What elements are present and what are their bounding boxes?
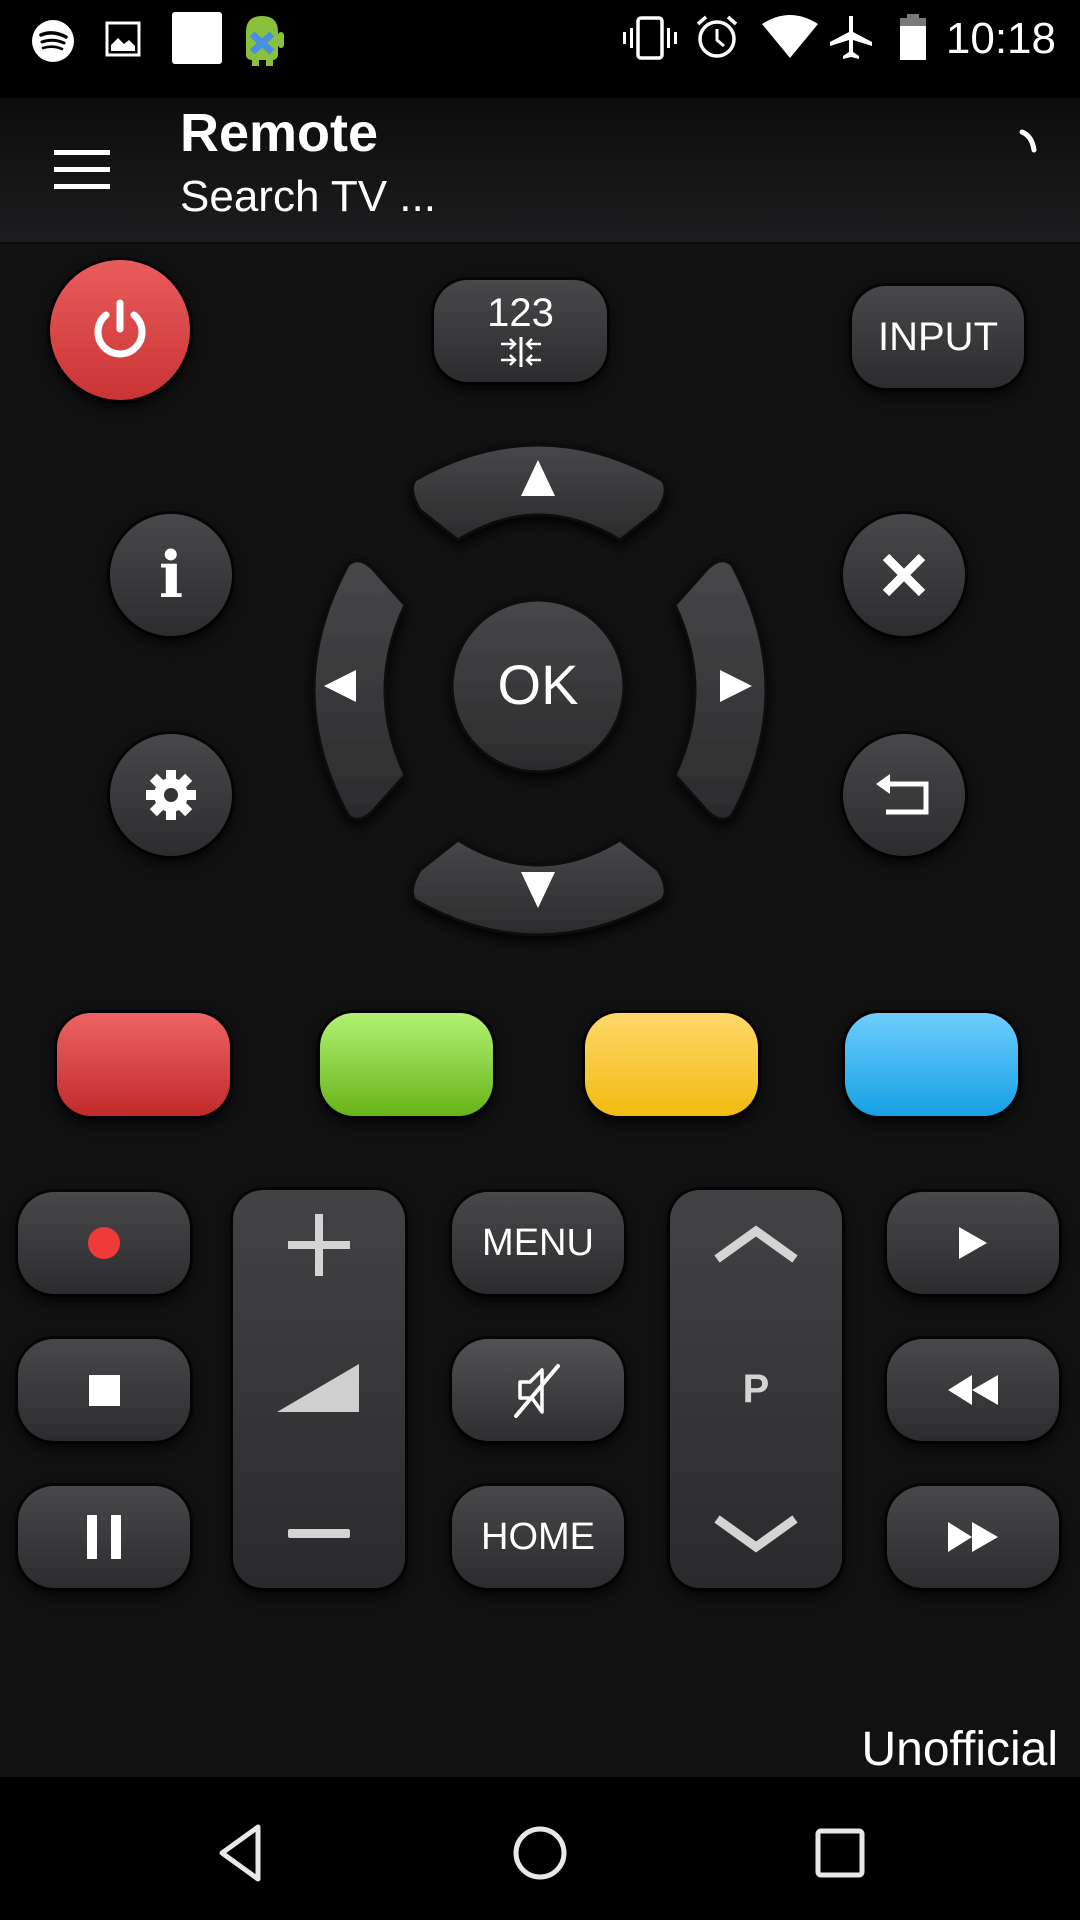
page-title: Remote	[180, 103, 379, 163]
blank-notification-icon	[172, 12, 222, 64]
close-icon	[882, 553, 926, 597]
volume-up-button[interactable]	[233, 1190, 405, 1300]
status-bar: 10:18	[0, 0, 1080, 98]
nav-recents-button[interactable]	[800, 1813, 880, 1893]
pause-button[interactable]	[18, 1486, 190, 1588]
plus-icon	[288, 1214, 350, 1276]
android-app-icon	[240, 10, 286, 66]
numpad-label: 123	[487, 291, 554, 335]
channel-rocker: P	[670, 1190, 842, 1588]
rewind-icon	[948, 1375, 998, 1405]
dpad: OK	[312, 443, 768, 937]
airplane-mode-icon	[828, 14, 874, 60]
close-button[interactable]	[843, 514, 965, 636]
menu-label: MENU	[482, 1221, 594, 1264]
menu-button[interactable]: MENU	[452, 1192, 624, 1294]
return-arrow-icon	[876, 774, 929, 815]
red-color-button[interactable]	[57, 1013, 230, 1116]
back-button[interactable]	[843, 734, 965, 856]
play-button[interactable]	[887, 1192, 1059, 1294]
play-icon	[959, 1227, 987, 1259]
fast-forward-button[interactable]	[887, 1486, 1059, 1588]
channel-up-button[interactable]	[670, 1190, 842, 1300]
home-button[interactable]: HOME	[452, 1486, 624, 1588]
nav-home-button[interactable]	[500, 1813, 580, 1893]
nav-back-icon	[219, 1824, 261, 1882]
nav-home-icon	[513, 1826, 567, 1880]
app-bar: Remote Search TV ...	[0, 98, 1080, 244]
channel-down-button[interactable]	[670, 1478, 842, 1588]
navigation-bar	[0, 1777, 1080, 1920]
chevron-up-icon	[714, 1225, 798, 1263]
input-label: INPUT	[878, 314, 998, 359]
info-button[interactable]: i	[110, 514, 232, 636]
record-icon	[88, 1227, 120, 1259]
channel-label: P	[742, 1366, 770, 1411]
alarm-icon	[694, 14, 740, 60]
stop-button[interactable]	[18, 1339, 190, 1441]
hamburger-menu-icon[interactable]	[50, 138, 114, 202]
fast-forward-icon	[948, 1522, 998, 1552]
rewind-button[interactable]	[887, 1339, 1059, 1441]
pause-icon	[87, 1515, 121, 1559]
volume-level-indicator	[277, 1364, 361, 1414]
numpad-button[interactable]: 123	[434, 280, 607, 382]
stop-icon	[88, 1374, 120, 1406]
dpad-left-button[interactable]	[312, 559, 407, 821]
vibrate-icon	[622, 16, 678, 60]
volume-down-button[interactable]	[233, 1478, 405, 1588]
volume-rocker	[233, 1190, 405, 1588]
spotify-icon	[30, 18, 76, 64]
green-color-button[interactable]	[320, 1013, 493, 1116]
spinner-icon	[1010, 126, 1050, 166]
input-button[interactable]: INPUT	[852, 286, 1024, 388]
settings-button[interactable]	[110, 734, 232, 856]
record-button[interactable]	[18, 1192, 190, 1294]
gear-icon	[146, 770, 196, 820]
search-tv-status[interactable]: Search TV ...	[180, 172, 436, 222]
yellow-color-button[interactable]	[585, 1013, 758, 1116]
mute-button[interactable]	[452, 1339, 624, 1441]
clock: 10:18	[945, 14, 1056, 63]
wifi-icon	[762, 14, 818, 60]
ok-label: OK	[498, 653, 579, 716]
image-icon	[104, 20, 142, 58]
info-icon: i	[158, 537, 184, 613]
home-label: HOME	[481, 1515, 595, 1558]
collapse-arrows-icon	[500, 337, 541, 367]
volume-level-icon	[277, 1364, 359, 1412]
minus-icon	[288, 1529, 350, 1538]
nav-back-button[interactable]	[200, 1813, 280, 1893]
mute-icon	[514, 1364, 560, 1418]
unofficial-label: Unofficial	[861, 1723, 1058, 1776]
blue-color-button[interactable]	[845, 1013, 1018, 1116]
power-icon	[94, 299, 146, 358]
battery-icon	[898, 14, 928, 60]
power-button[interactable]	[50, 260, 190, 400]
nav-recents-icon	[815, 1828, 865, 1878]
chevron-down-icon	[714, 1515, 798, 1553]
